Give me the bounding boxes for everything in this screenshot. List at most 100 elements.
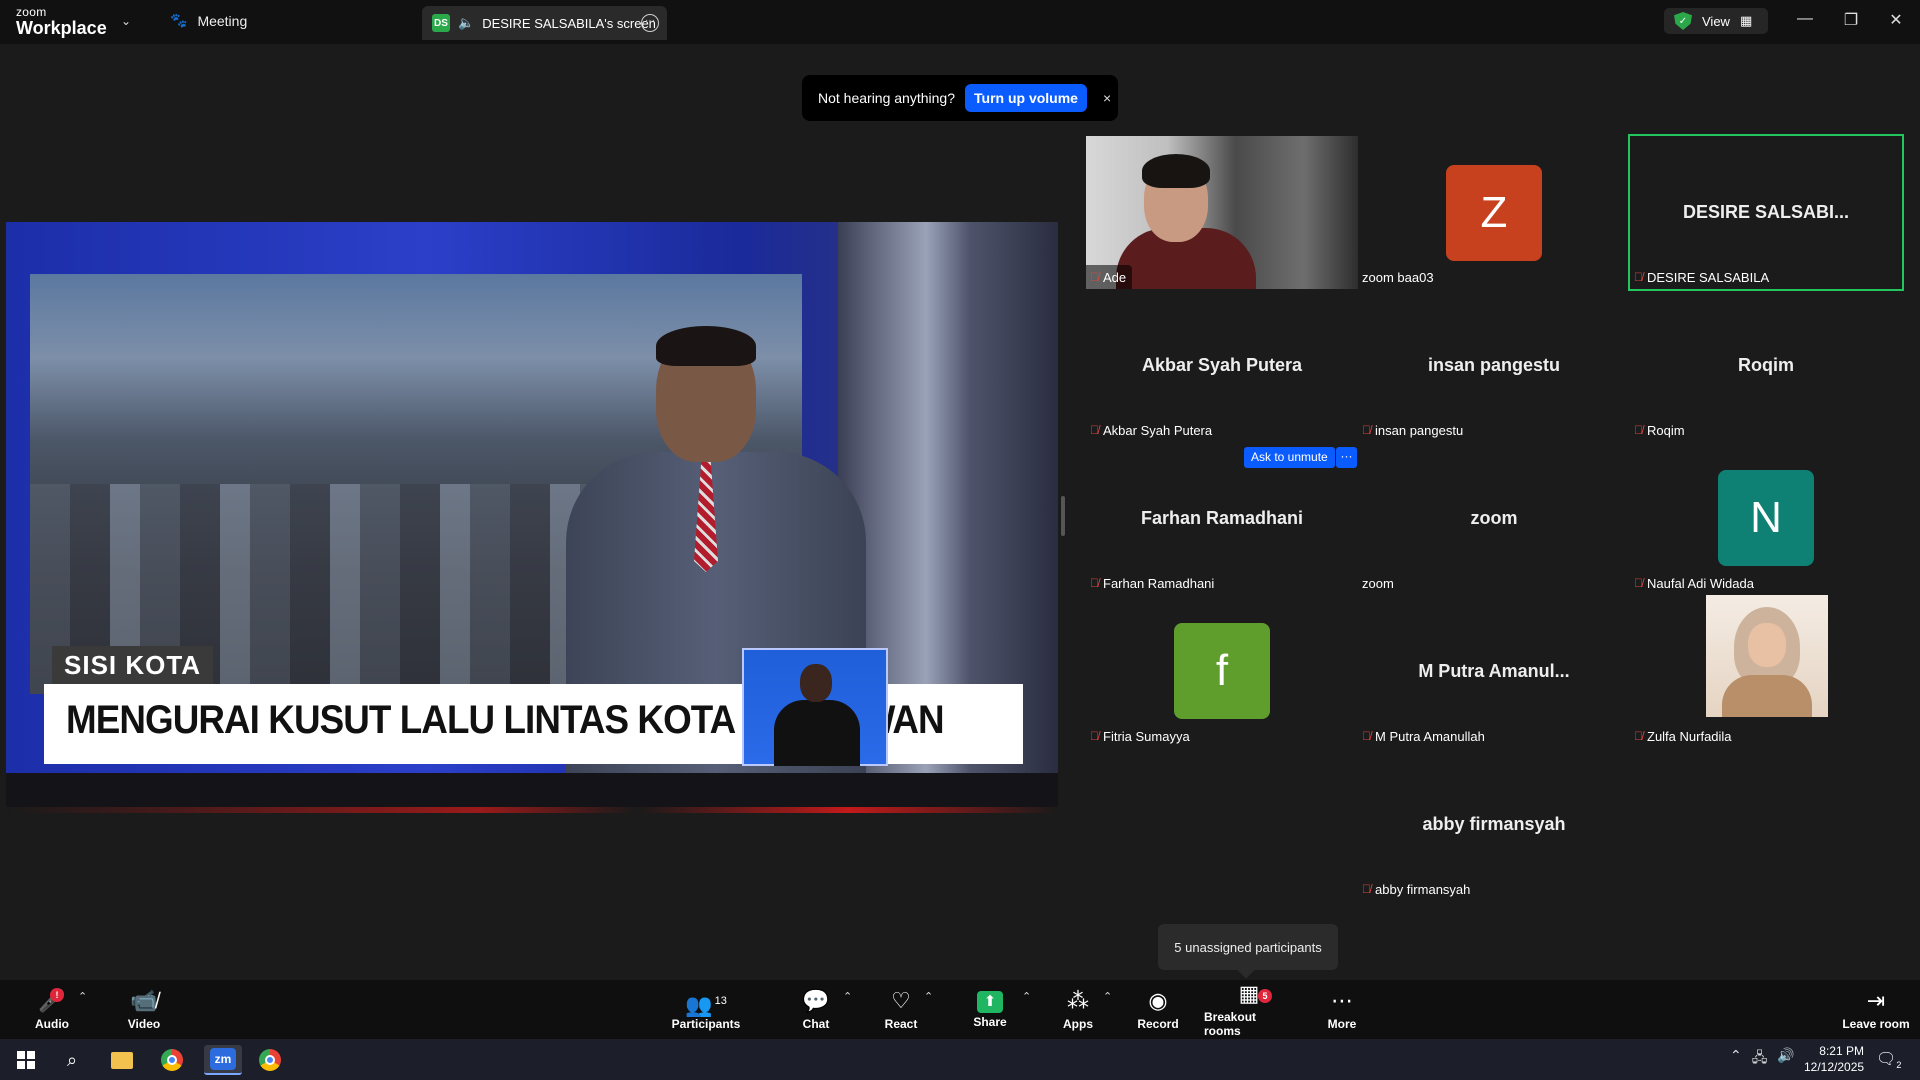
system-clock[interactable]: 8:21 PM 12/12/2025	[1804, 1043, 1864, 1075]
apps-options-caret-icon[interactable]: ⌃	[1103, 990, 1112, 1003]
windows-icon	[17, 1051, 35, 1069]
participants-button[interactable]: 👥 13 Participants	[670, 980, 742, 1039]
participant-name-tag: 🎙̸ Ade	[1086, 265, 1133, 289]
share-button[interactable]: ⬆ Share	[970, 980, 1010, 1039]
participant-tile[interactable]: zoom zoom	[1358, 442, 1630, 595]
folder-icon	[111, 1051, 133, 1069]
speaker-icon: 🔈	[458, 15, 475, 30]
participant-name-tag: 🎙̸ Roqim	[1630, 418, 1691, 442]
ask-to-unmute-button[interactable]: Ask to unmute	[1244, 447, 1335, 468]
zoom-workplace-logo[interactable]: zoom Workplace	[16, 6, 107, 37]
participant-name: Zulfa Nurfadila	[1647, 728, 1732, 744]
participant-name: zoom	[1362, 575, 1394, 591]
leave-icon: ⇥	[1866, 987, 1886, 1013]
toast-close-icon[interactable]: ×	[1103, 90, 1111, 106]
restore-icon[interactable]: ❐	[1841, 10, 1861, 30]
chat-label: Chat	[802, 1016, 830, 1031]
participant-more-button[interactable]: ···	[1336, 447, 1357, 468]
apps-button[interactable]: ⁂ Apps	[1058, 980, 1098, 1039]
notifications-icon[interactable]: 🗨2	[1876, 1049, 1901, 1070]
participant-tile[interactable]: abby firmansyah 🎙̸ abby firmansyah	[1358, 748, 1630, 901]
audio-options-caret-icon[interactable]: ⌃	[78, 990, 87, 1003]
participant-name: zoom baa03	[1362, 269, 1434, 285]
view-button[interactable]: ✓ View ▦	[1664, 8, 1768, 34]
studio-accent-line	[6, 807, 1058, 813]
participant-name-tag: 🎙̸ Zulfa Nurfadila	[1630, 724, 1738, 748]
participant-name-tag: 🎙̸ insan pangestu	[1358, 418, 1469, 442]
system-tray: ⌃ 🖧 🔊	[1730, 1047, 1795, 1071]
close-icon[interactable]: ✕	[1886, 10, 1906, 30]
mic-muted-icon: 🎙̸	[1362, 882, 1371, 896]
video-button[interactable]: 📹̸ Video	[124, 980, 164, 1039]
chevron-up-icon[interactable]: ⌃	[1730, 1047, 1742, 1071]
mic-muted-icon: 🎙̸	[1090, 729, 1099, 743]
tab-shared-screen[interactable]: DS 🔈 DESIRE SALSABILA's screen ···	[422, 6, 667, 40]
participant-name: Ade	[1103, 269, 1127, 285]
more-options-icon[interactable]: ···	[641, 14, 659, 32]
chat-button[interactable]: 💬 Chat	[796, 980, 836, 1039]
grid-icon: ▦	[1739, 13, 1753, 28]
participant-name-tag: 🎙̸ Fitria Sumayya	[1086, 724, 1196, 748]
breakout-rooms-icon: ▦	[1238, 980, 1260, 1006]
volume-icon[interactable]: 🔊	[1777, 1047, 1794, 1071]
chrome-button[interactable]	[156, 1045, 188, 1075]
shield-icon: ✓	[1674, 12, 1692, 30]
participant-tile[interactable]: N 🎙̸ Naufal Adi Widada	[1630, 442, 1902, 595]
view-label: View	[1702, 13, 1730, 29]
record-button[interactable]: ◉ Record	[1137, 980, 1178, 1039]
minimize-icon[interactable]: —	[1795, 10, 1815, 28]
zoom-window: zoom Workplace ⌄ 🐾 Meeting DS 🔈 DESIRE S…	[0, 0, 1920, 1080]
chat-options-caret-icon[interactable]: ⌃	[843, 990, 852, 1003]
audio-label: Audio	[35, 1016, 69, 1031]
participant-name-tag: 🎙̸ DESIRE SALSABILA	[1630, 265, 1775, 289]
sign-language-interpreter	[742, 648, 888, 766]
audio-toast: Not hearing anything? Turn up volume ×	[802, 75, 1118, 121]
brand-big: Workplace	[16, 18, 107, 38]
mic-muted-icon: 🎙̸	[1634, 729, 1643, 743]
participant-tile[interactable]: 🎙̸ Zulfa Nurfadila	[1630, 595, 1902, 748]
zoom-taskbar-button[interactable]: zm	[204, 1045, 242, 1075]
network-icon[interactable]: 🖧	[1752, 1047, 1768, 1071]
zoom-icon: zm	[210, 1048, 236, 1070]
participant-tile[interactable]: f 🎙̸ Fitria Sumayya	[1086, 595, 1358, 748]
video-label: Video	[127, 1016, 161, 1031]
search-icon[interactable]: ⌕	[56, 1045, 88, 1075]
leave-room-button[interactable]: ⇥ Leave room	[1836, 980, 1916, 1039]
participant-tile[interactable]: insan pangestu 🎙̸ insan pangestu	[1358, 289, 1630, 442]
participant-tile-active[interactable]: DESIRE SALSABI... 🎙̸ DESIRE SALSABILA	[1628, 134, 1904, 291]
paw-icon: 🐾	[170, 12, 188, 28]
panel-splitter-handle[interactable]	[1061, 496, 1065, 536]
participant-name-tag: 🎙̸ abby firmansyah	[1358, 877, 1476, 901]
segment-label: SISI KOTA	[52, 646, 214, 684]
breakout-rooms-button[interactable]: ▦ Breakout rooms 5	[1204, 980, 1294, 1039]
apps-icon: ⁂	[1067, 987, 1089, 1013]
interpreter-body	[774, 700, 860, 766]
participant-name: Akbar Syah Putera	[1103, 422, 1213, 438]
participant-tile[interactable]: 🎙̸ Ade	[1086, 136, 1358, 289]
more-button[interactable]: ⋯ More	[1322, 980, 1362, 1039]
interpreter-head	[800, 664, 832, 702]
more-icon: ⋯	[1331, 987, 1353, 1013]
tab-meeting[interactable]: 🐾 Meeting	[170, 12, 247, 29]
participant-name: abby firmansyah	[1375, 881, 1471, 897]
participant-tile[interactable]: Akbar Syah Putera 🎙̸ Akbar Syah Putera	[1086, 289, 1358, 442]
shared-screen-video[interactable]: SISI KOTA MENGURAI KUSUT LALU LINTAS KOT…	[6, 222, 1058, 813]
participant-tile[interactable]: Z zoom baa03	[1358, 136, 1630, 289]
participant-name: DESIRE SALSABILA	[1647, 269, 1770, 285]
participant-name-tag: 🎙̸ M Putra Amanullah	[1358, 724, 1491, 748]
file-explorer-button[interactable]	[106, 1045, 138, 1075]
participant-avatar: f	[1174, 623, 1270, 719]
participant-tile[interactable]: Roqim 🎙̸ Roqim	[1630, 289, 1902, 442]
start-button[interactable]	[10, 1045, 42, 1075]
share-options-caret-icon[interactable]: ⌃	[1022, 990, 1031, 1003]
participant-tile[interactable]: M Putra Amanul... 🎙̸ M Putra Amanullah	[1358, 595, 1630, 748]
audio-button[interactable]: 🎤 Audio !	[32, 980, 72, 1039]
mic-muted-icon: 🎙̸	[1362, 729, 1371, 743]
chrome-profile-button[interactable]	[254, 1045, 286, 1075]
brand-small: zoom	[16, 5, 47, 19]
chevron-down-icon[interactable]: ⌄	[121, 14, 131, 28]
participant-avatar: N	[1718, 470, 1814, 566]
react-button[interactable]: ♡ React	[880, 980, 922, 1039]
react-options-caret-icon[interactable]: ⌃	[924, 990, 933, 1003]
turn-up-volume-button[interactable]: Turn up volume	[965, 84, 1087, 112]
